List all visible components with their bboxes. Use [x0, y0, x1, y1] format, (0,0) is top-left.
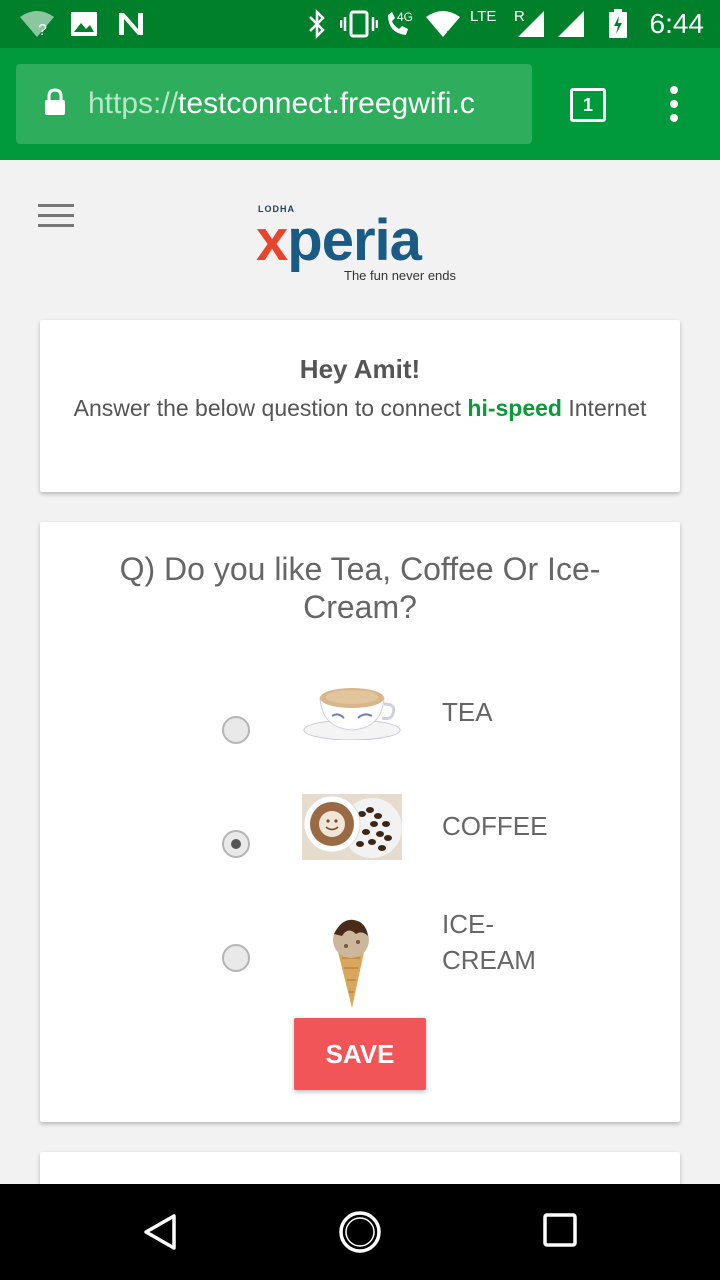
overflow-menu-button[interactable] [668, 86, 680, 122]
option-label: COFFEE [442, 811, 548, 841]
vibrate-icon [340, 8, 378, 40]
image-icon [70, 8, 98, 40]
lock-icon [44, 88, 66, 121]
option-label: ICE-CREAM [442, 909, 536, 975]
greeting-card: Hey Amit! Answer the below question to c… [40, 320, 680, 492]
question-text: Q) Do you like Tea, Coffee Or Ice-Cream? [119, 551, 601, 625]
svg-text:?: ? [38, 22, 47, 39]
navigation-bar [0, 1184, 720, 1280]
tab-switcher-button[interactable]: 1 [570, 88, 606, 122]
clock: 6:44 [649, 8, 705, 39]
page-content: LODHA xperia The fun never ends Hey Amit… [0, 160, 720, 1184]
status-bar: ? 4G × LTE R 6:44 [0, 0, 720, 48]
signal-roaming-icon [516, 8, 546, 40]
option-tea[interactable]: TEA [40, 672, 680, 772]
radio-coffee[interactable] [222, 830, 250, 858]
tea-cup-image [302, 682, 402, 745]
save-button[interactable]: SAVE [294, 1018, 426, 1090]
logo-brand-x: x [256, 208, 288, 273]
radio-tea[interactable] [222, 716, 250, 744]
next-card [40, 1152, 680, 1184]
bluetooth-icon [306, 8, 328, 40]
greeting-msg-highlight: hi-speed [467, 395, 562, 421]
n-notification-icon [116, 8, 146, 40]
menu-dot-icon [670, 114, 678, 122]
question-card: Q) Do you like Tea, Coffee Or Ice-Cream?… [40, 522, 680, 1122]
menu-line-icon [38, 204, 74, 207]
call-4g-icon: 4G [384, 8, 420, 40]
logo-brand-rest: peria [287, 208, 422, 273]
coffee-cup-image [302, 794, 402, 865]
menu-dot-icon [670, 100, 678, 108]
menu-dot-icon [670, 86, 678, 94]
greeting-msg-before: Answer the below question to connect [73, 395, 468, 421]
wifi-unknown-icon: ? [18, 8, 56, 40]
hamburger-menu-button[interactable] [38, 204, 74, 228]
back-icon[interactable] [140, 1212, 180, 1252]
greeting-title: Hey Amit! [299, 354, 421, 384]
battery-charging-icon [608, 8, 628, 40]
lte-label: LTE [470, 7, 497, 25]
signal-icon [556, 8, 586, 40]
wifi-icon: × [424, 8, 462, 40]
url-text: https://testconnect.freegwifi.c [88, 84, 475, 124]
svg-text:×: × [446, 28, 452, 39]
radio-ice-cream[interactable] [222, 944, 250, 972]
svg-text:4G: 4G [397, 10, 413, 24]
option-coffee[interactable]: COFFEE [40, 786, 680, 886]
ice-cream-cone-image [302, 912, 402, 1013]
menu-line-icon [38, 224, 74, 227]
greeting-message: Answer the below question to connect hi-… [40, 390, 680, 426]
url-scheme: https:// [88, 87, 179, 120]
option-label: TEA [442, 697, 493, 727]
logo-brand: xperia [256, 208, 422, 274]
greeting-msg-after: Internet [561, 395, 647, 421]
option-ice-cream[interactable]: ICE-CREAM [40, 900, 680, 1008]
menu-line-icon [38, 214, 74, 217]
xperia-logo: LODHA xperia The fun never ends [256, 200, 476, 290]
url-bar[interactable]: https://testconnect.freegwifi.c [16, 64, 532, 144]
recents-icon[interactable] [542, 1212, 582, 1252]
browser-toolbar: https://testconnect.freegwifi.c 1 [0, 48, 720, 160]
logo-tagline: The fun never ends [344, 268, 457, 283]
url-host: testconnect.freegwifi.c [178, 87, 475, 120]
home-icon[interactable] [338, 1210, 382, 1254]
